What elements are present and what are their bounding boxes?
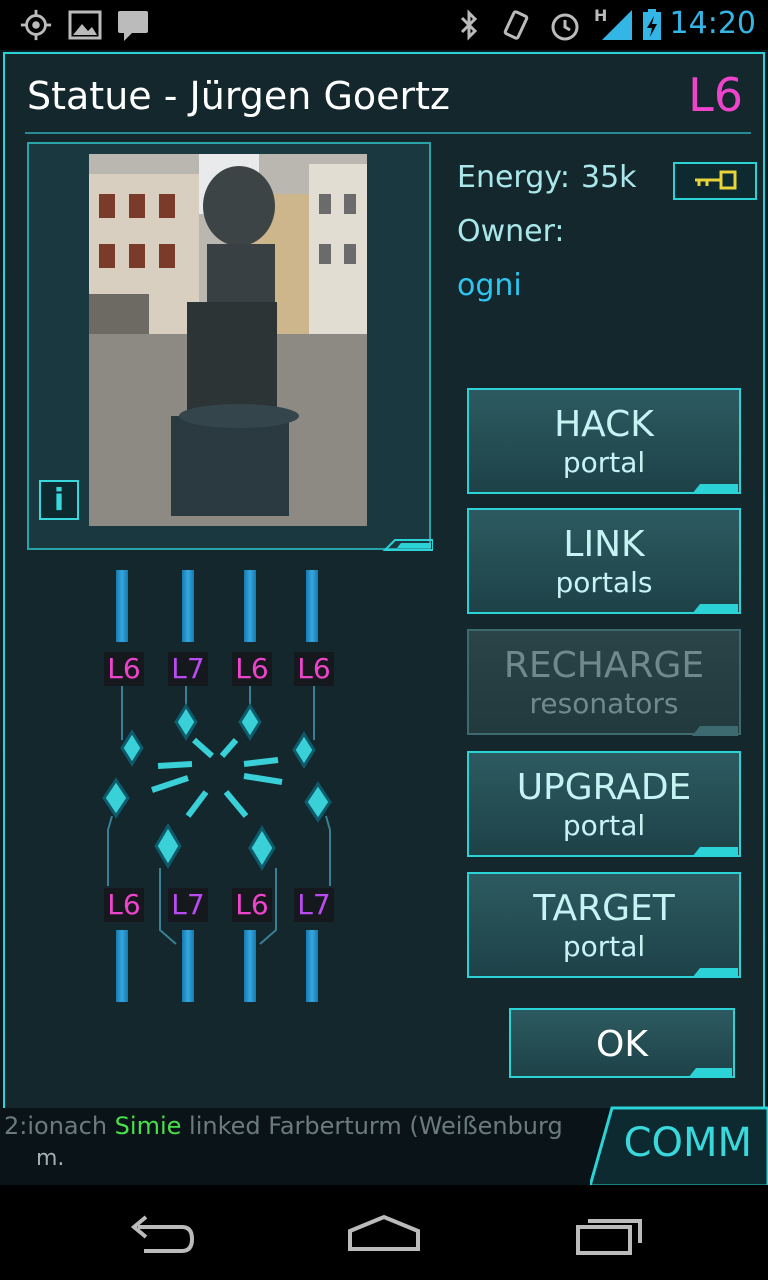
resonator-level: L7: [168, 888, 208, 922]
key-icon: [695, 170, 737, 190]
battery-charging-icon: [643, 9, 661, 40]
upgrade-button-label: UPGRADE: [516, 767, 692, 808]
comm-message: 2:ionach Simie linked Farberturm (Weißen…: [4, 1112, 563, 1140]
back-icon[interactable]: [124, 1213, 196, 1257]
comm-message-continued: m.: [36, 1146, 65, 1171]
resonator-bar: [244, 930, 256, 1002]
resonator-bar: [306, 930, 318, 1002]
target-button[interactable]: TARGET portal: [467, 872, 741, 978]
resonator-bar: [182, 570, 194, 642]
home-icon[interactable]: [346, 1213, 422, 1253]
statue-photo-image: [89, 154, 367, 526]
comm-message-prefix: 2:ionach: [4, 1112, 115, 1140]
hack-button-sublabel: portal: [562, 446, 646, 479]
status-bar: H 14:20: [0, 0, 768, 50]
resonator-level: L6: [232, 652, 272, 686]
owner-label: Owner:: [457, 214, 565, 249]
target-button-sublabel: portal: [562, 930, 646, 963]
upgrade-button[interactable]: UPGRADE portal: [467, 751, 741, 857]
gps-icon: [20, 9, 52, 41]
resonator-bar: [116, 570, 128, 642]
resonator-level: L7: [294, 888, 334, 922]
navigation-bar: [0, 1185, 768, 1280]
resonator-bar: [116, 930, 128, 1002]
recent-apps-icon[interactable]: [574, 1215, 646, 1255]
signal-icon: [602, 10, 632, 40]
comm-tab-label[interactable]: COMM: [624, 1120, 752, 1166]
hack-button-label: HACK: [554, 404, 654, 445]
ok-button[interactable]: OK: [509, 1008, 735, 1078]
resonator-level: L6: [294, 652, 334, 686]
resonator-level: L6: [232, 888, 272, 922]
upgrade-button-sublabel: portal: [562, 809, 646, 842]
energy-value: 35k: [581, 160, 637, 195]
alarm-icon: [551, 13, 579, 41]
link-button[interactable]: LINK portals: [467, 508, 741, 614]
link-button-sublabel: portals: [555, 566, 653, 599]
title-divider: [25, 132, 751, 134]
recharge-button-label: RECHARGE: [503, 645, 705, 686]
recharge-button[interactable]: RECHARGE resonators: [467, 629, 741, 735]
ok-button-label: OK: [596, 1024, 648, 1065]
resonator-bar: [182, 930, 194, 1002]
vibrate-icon: [503, 10, 529, 40]
energy-label: Energy:: [457, 160, 570, 195]
hack-button[interactable]: HACK portal: [467, 388, 741, 494]
resonator-level: L6: [104, 888, 144, 922]
clock: 14:20: [669, 6, 756, 41]
portal-photo[interactable]: [89, 154, 367, 526]
chat-icon: [118, 11, 148, 41]
target-button-label: TARGET: [533, 888, 675, 929]
info-button[interactable]: i: [39, 480, 79, 520]
resonator-level: L6: [104, 652, 144, 686]
link-button-label: LINK: [563, 524, 645, 565]
resonator-level: L7: [168, 652, 208, 686]
comm-agent-name: Simie: [114, 1112, 182, 1140]
portal-title: Statue - Jürgen Goertz: [27, 74, 450, 118]
recharge-button-sublabel: resonators: [529, 687, 679, 720]
bluetooth-icon: [460, 9, 478, 41]
comm-message-text: linked Farberturm (Weißenburg: [181, 1112, 563, 1140]
owner-name[interactable]: ogni: [457, 268, 522, 303]
frame-corner-decoration: [382, 539, 433, 551]
picture-icon: [68, 10, 102, 40]
key-button[interactable]: [673, 162, 757, 200]
portal-level: L6: [688, 68, 743, 122]
resonator-bar: [306, 570, 318, 642]
resonator-bar: [244, 570, 256, 642]
